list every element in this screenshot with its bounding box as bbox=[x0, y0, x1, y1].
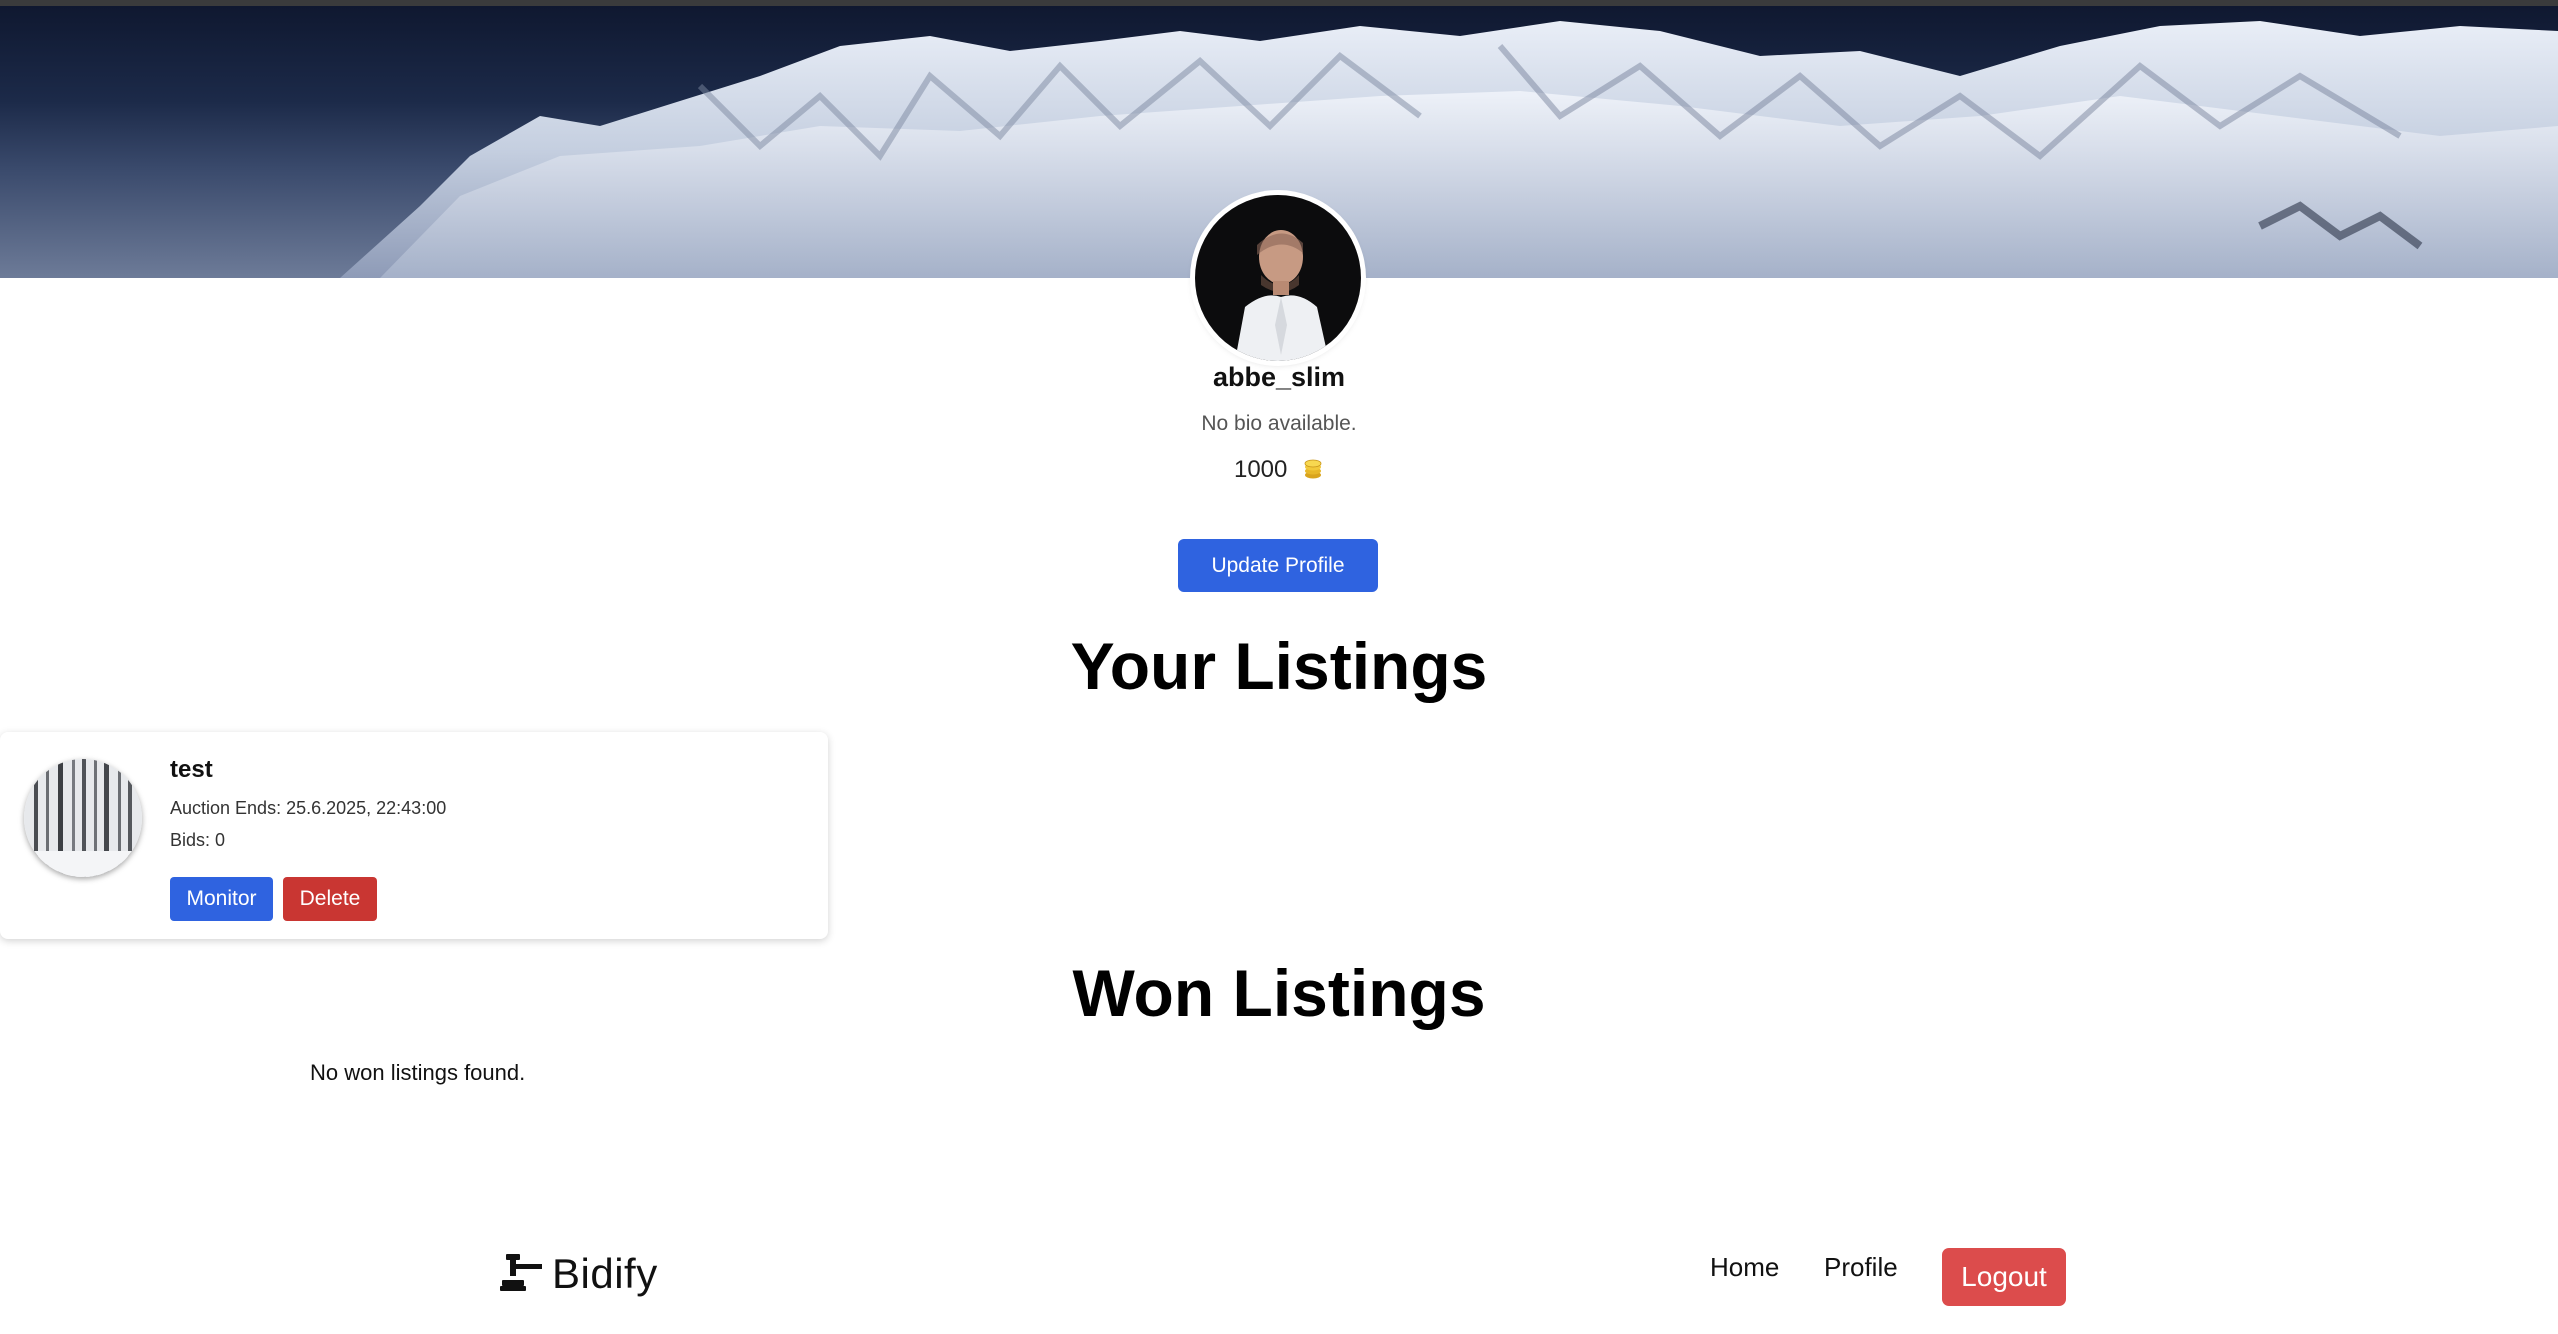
username: abbe_slim bbox=[1212, 362, 1346, 392]
no-won-listings-message: No won listings found. bbox=[310, 1060, 526, 1085]
profile-page: abbe_slim No bio available. 1000 Update … bbox=[0, 0, 2558, 1334]
nav-profile-link[interactable]: Profile bbox=[1824, 1252, 1898, 1283]
auction-ends: Auction Ends: 25.6.2025, 22:43:00 bbox=[170, 798, 447, 818]
won-listings-title: Won Listings bbox=[1072, 956, 1486, 1030]
listing-card: test Auction Ends: 25.6.2025, 22:43:00 B… bbox=[0, 732, 828, 939]
nav-home-link[interactable]: Home bbox=[1710, 1252, 1779, 1283]
your-listings-title: Your Listings bbox=[1070, 629, 1488, 703]
bid-count: Bids: 0 bbox=[170, 830, 226, 850]
monitor-button[interactable]: Monitor bbox=[170, 877, 273, 921]
gavel-logo-icon bbox=[500, 1250, 546, 1299]
listing-title[interactable]: test bbox=[170, 756, 213, 784]
delete-button[interactable]: Delete bbox=[283, 877, 377, 921]
credits-value: 1000 bbox=[1233, 456, 1288, 483]
avatar bbox=[1195, 195, 1361, 361]
coins-icon bbox=[1302, 458, 1324, 487]
credits-balance: 1000 bbox=[0, 456, 2558, 487]
footer-logo[interactable]: Bidify bbox=[500, 1248, 658, 1300]
bio-text: No bio available. bbox=[1201, 412, 1357, 435]
listing-thumbnail bbox=[24, 759, 142, 877]
update-profile-button[interactable]: Update Profile bbox=[1178, 539, 1378, 592]
logo-text: Bidify bbox=[552, 1250, 658, 1297]
logout-button[interactable]: Logout bbox=[1942, 1248, 2066, 1306]
